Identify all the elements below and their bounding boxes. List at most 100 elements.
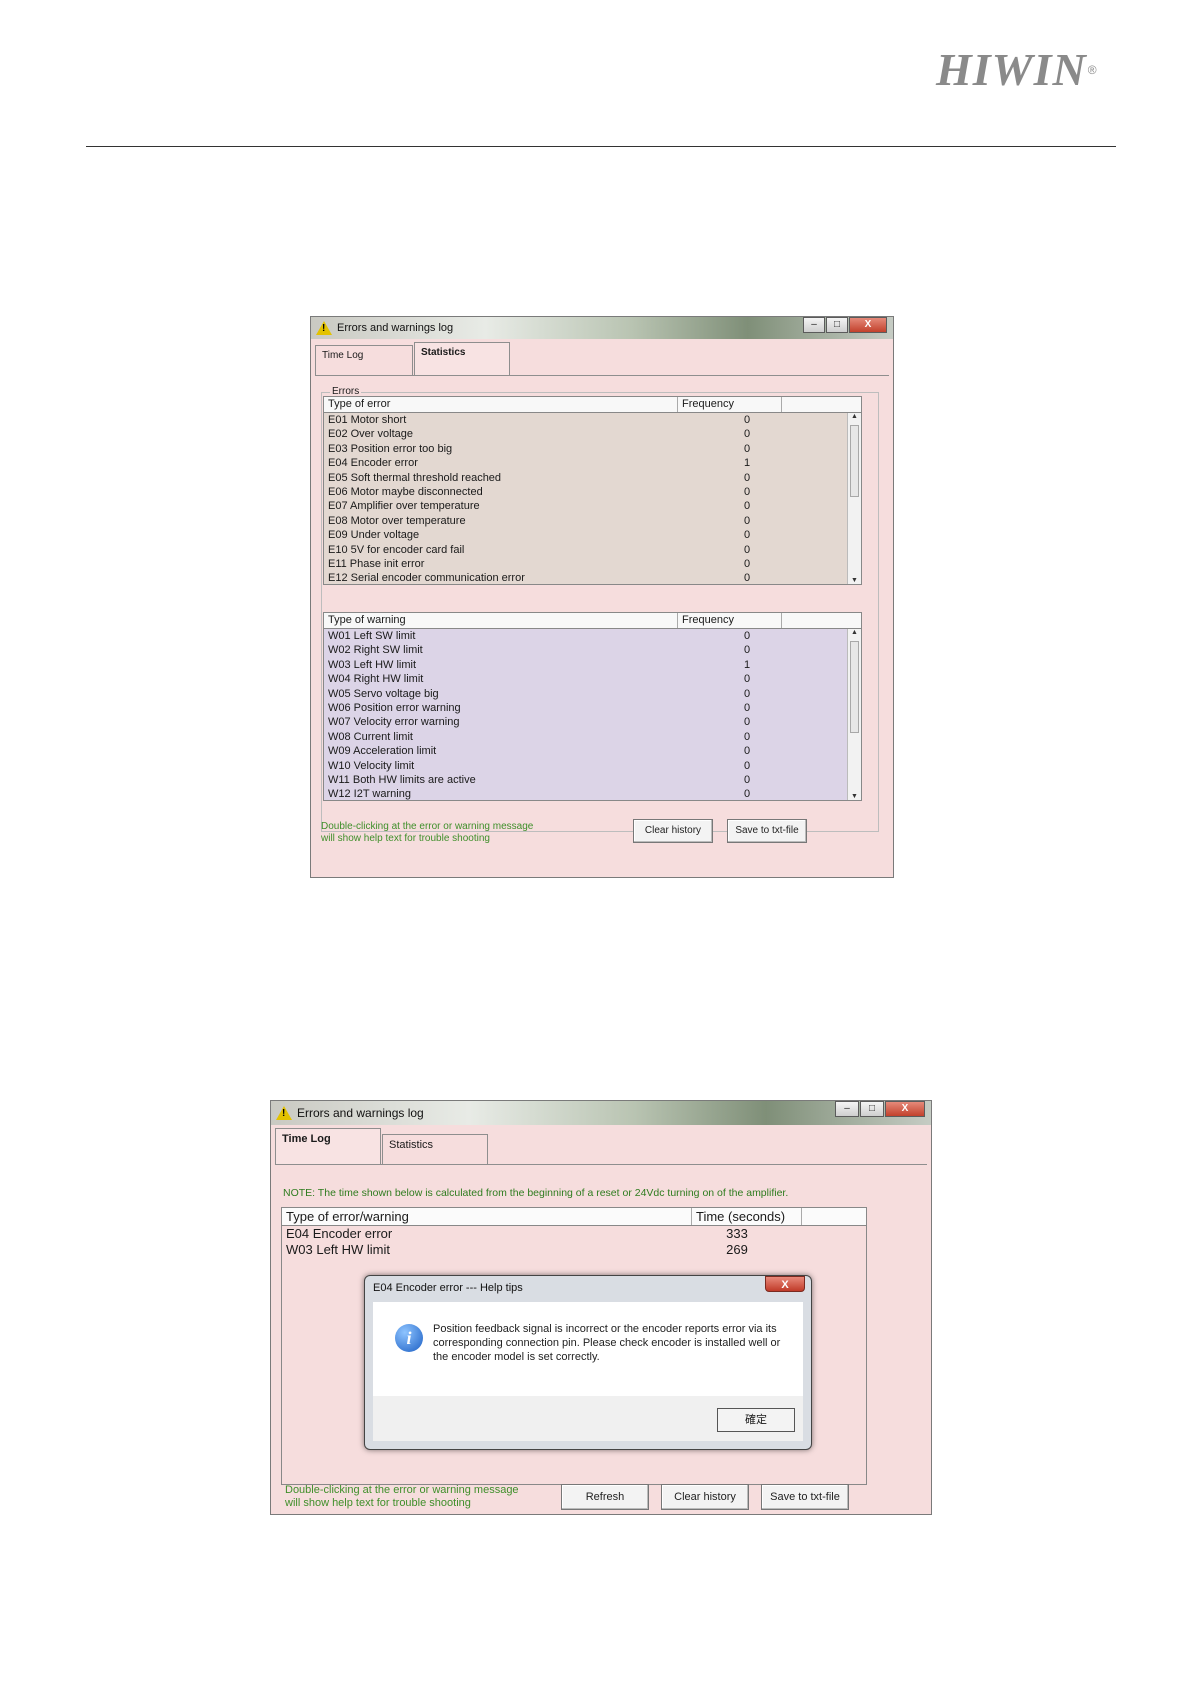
row-label: E03 Position error too big [328, 442, 453, 455]
list-row[interactable]: E02 Over voltage 0 [324, 427, 847, 441]
list-row[interactable]: E04 Encoder error 1 [324, 456, 847, 470]
warnings-scrollbar[interactable]: ▲ ▼ [847, 629, 861, 800]
scroll-up-icon[interactable]: ▲ [848, 413, 861, 420]
minimize-button[interactable]: ‒ [835, 1101, 859, 1117]
warnings-list[interactable]: Type of warning Frequency W01 Left SW li… [323, 612, 862, 801]
maximize-button[interactable]: □ [860, 1101, 884, 1117]
column-frequency[interactable]: Frequency [678, 613, 782, 628]
save-to-txt-button[interactable]: Save to txt-file [761, 1484, 849, 1510]
help-hint: Double-clicking at the error or warning … [321, 821, 533, 845]
errors-list[interactable]: Type of error Frequency E01 Motor short 0… [323, 396, 862, 585]
warning-icon [316, 321, 332, 335]
tab-time-log[interactable]: Time Log [275, 1128, 381, 1164]
save-to-txt-button[interactable]: Save to txt-file [727, 819, 807, 843]
column-frequency[interactable]: Frequency [678, 397, 782, 412]
list-row[interactable]: W06 Position error warning 0 [324, 701, 847, 715]
row-label: E08 Motor over temperature [328, 514, 466, 527]
list-row[interactable]: W08 Current limit 0 [324, 730, 847, 744]
row-label: E12 Serial encoder communication error [328, 572, 525, 585]
header-divider [86, 146, 1116, 147]
list-row[interactable]: W11 Both HW limits are active 0 [324, 773, 847, 787]
row-value: 0 [743, 773, 751, 786]
list-row[interactable]: E01 Motor short 0 [324, 413, 847, 427]
list-row[interactable]: W03 Left HW limit 269 [282, 1242, 866, 1258]
list-row[interactable]: E08 Motor over temperature 0 [324, 514, 847, 528]
dialog-close-button[interactable]: X [765, 1276, 805, 1292]
row-value: 0 [743, 759, 751, 772]
window-controls: ‒ □ X [802, 317, 887, 333]
column-time-seconds[interactable]: Time (seconds) [692, 1208, 802, 1225]
tab-statistics[interactable]: Statistics [414, 342, 510, 375]
list-row[interactable]: E11 Phase init error 0 [324, 557, 847, 571]
row-label: W12 I2T warning [328, 788, 411, 801]
scroll-thumb[interactable] [850, 425, 859, 497]
column-type-of-warning[interactable]: Type of warning [324, 613, 678, 628]
row-value: 0 [743, 428, 751, 441]
row-value: 0 [743, 701, 751, 714]
warnings-list-header: Type of warning Frequency [324, 613, 861, 629]
clear-history-button[interactable]: Clear history [661, 1484, 749, 1510]
row-value: 0 [743, 514, 751, 527]
window-titlebar[interactable]: Errors and warnings log ‒ □ X [271, 1101, 931, 1125]
row-value: 0 [743, 687, 751, 700]
list-row[interactable]: W12 I2T warning 0 [324, 787, 847, 801]
list-row[interactable]: E12 Serial encoder communication error 0 [324, 571, 847, 585]
list-row[interactable]: W04 Right HW limit 0 [324, 672, 847, 686]
row-value: 0 [743, 630, 751, 642]
errors-scrollbar[interactable]: ▲ ▼ [847, 413, 861, 584]
row-label: E07 Amplifier over temperature [328, 500, 480, 513]
list-row[interactable]: E07 Amplifier over temperature 0 [324, 499, 847, 513]
column-type-of-error-warning[interactable]: Type of error/warning [282, 1208, 692, 1225]
scroll-thumb[interactable] [850, 641, 859, 733]
row-label: W07 Velocity error warning [328, 716, 460, 729]
hiwin-logo: HIWIN® [936, 44, 1098, 95]
list-row[interactable]: E04 Encoder error 333 [282, 1226, 866, 1242]
ok-button[interactable]: 確定 [717, 1408, 795, 1432]
scroll-down-icon[interactable]: ▼ [848, 793, 861, 800]
hint-line: will show help text for trouble shooting [285, 1497, 471, 1509]
list-row[interactable]: W09 Acceleration limit 0 [324, 744, 847, 758]
row-value: 0 [743, 745, 751, 758]
row-value: 0 [743, 414, 751, 426]
dialog-body: i Position feedback signal is incorrect … [373, 1302, 803, 1396]
row-label: E02 Over voltage [328, 428, 413, 441]
column-type-of-error[interactable]: Type of error [324, 397, 678, 412]
close-button[interactable]: X [885, 1101, 925, 1117]
minimize-button[interactable]: ‒ [803, 317, 825, 333]
window-controls: ‒ □ X [834, 1101, 925, 1117]
list-row[interactable]: W05 Servo voltage big 0 [324, 687, 847, 701]
row-label: W05 Servo voltage big [328, 687, 439, 700]
list-row[interactable]: E10 5V for encoder card fail 0 [324, 543, 847, 557]
list-row[interactable]: E03 Position error too big 0 [324, 442, 847, 456]
refresh-button[interactable]: Refresh [561, 1484, 649, 1510]
list-row[interactable]: E05 Soft thermal threshold reached 0 [324, 471, 847, 485]
scroll-down-icon[interactable]: ▼ [848, 577, 861, 584]
row-value: 0 [743, 543, 751, 556]
dialog-title[interactable]: E04 Encoder error --- Help tips [373, 1282, 523, 1294]
row-value: 0 [743, 788, 751, 801]
row-value: 0 [743, 730, 751, 743]
dialog-message: Position feedback signal is incorrect or… [433, 1323, 781, 1363]
maximize-button[interactable]: □ [826, 317, 848, 333]
tab-statistics[interactable]: Statistics [382, 1134, 488, 1164]
column-blank [802, 1208, 866, 1225]
row-label: W01 Left SW limit [328, 630, 416, 642]
window-title: Errors and warnings log [337, 322, 454, 334]
row-label: E01 Motor short [328, 414, 407, 426]
list-row[interactable]: W03 Left HW limit 1 [324, 658, 847, 672]
window-titlebar[interactable]: Errors and warnings log ‒ □ X [311, 317, 893, 339]
clear-history-button[interactable]: Clear history [633, 819, 713, 843]
row-label: W03 Left HW limit [286, 1242, 391, 1257]
tab-time-log[interactable]: Time Log [315, 345, 413, 375]
hint-line: Double-clicking at the error or warning … [285, 1484, 519, 1496]
row-label: W08 Current limit [328, 730, 413, 743]
close-button[interactable]: X [849, 317, 887, 333]
list-row[interactable]: E06 Motor maybe disconnected 0 [324, 485, 847, 499]
list-row[interactable]: W10 Velocity limit 0 [324, 759, 847, 773]
list-row[interactable]: W01 Left SW limit 0 [324, 629, 847, 643]
list-row[interactable]: E09 Under voltage 0 [324, 528, 847, 542]
row-label: W11 Both HW limits are active [328, 773, 476, 786]
scroll-up-icon[interactable]: ▲ [848, 629, 861, 636]
list-row[interactable]: W02 Right SW limit 0 [324, 643, 847, 657]
list-row[interactable]: W07 Velocity error warning 0 [324, 715, 847, 729]
